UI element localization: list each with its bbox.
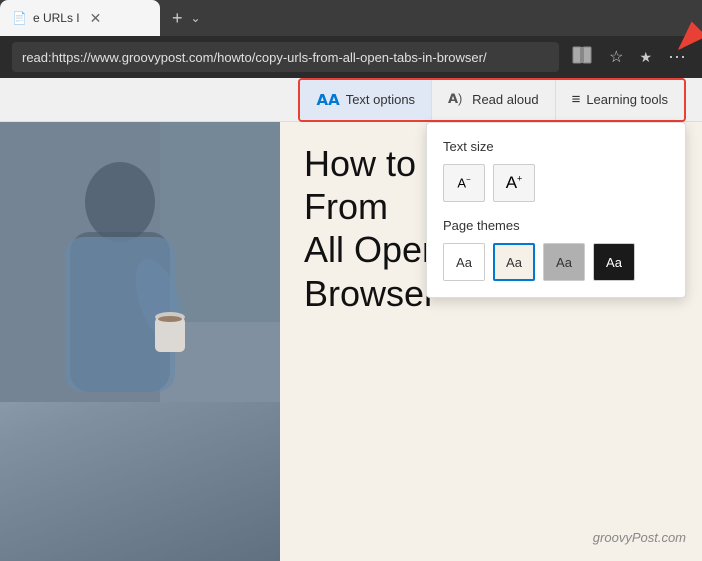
read-aloud-button[interactable]: 𝗔) Read aloud bbox=[432, 80, 556, 120]
favorites-bar-icon[interactable]: ★ bbox=[635, 45, 656, 70]
text-options-icon: 𝗔𝗔 bbox=[316, 91, 339, 109]
read-aloud-icon: 𝗔) bbox=[448, 89, 466, 110]
text-decrease-icon: A− bbox=[457, 175, 470, 190]
theme-dark-button[interactable]: Aa bbox=[593, 243, 635, 281]
bookmark-icon[interactable]: ☆ bbox=[605, 43, 627, 71]
article-image bbox=[0, 122, 280, 561]
text-increase-icon: A+ bbox=[506, 173, 523, 193]
reader-toolbar: 𝗔𝗔 Text options 𝗔) Read aloud ≡ Learning… bbox=[0, 78, 702, 122]
tab-bar: 📄 e URLs I ✕ + ⌄ bbox=[0, 0, 702, 36]
read-aloud-label: Read aloud bbox=[472, 92, 539, 107]
text-options-button[interactable]: 𝗔𝗔 Text options bbox=[300, 80, 432, 120]
theme-gray-button[interactable]: Aa bbox=[543, 243, 585, 281]
learning-tools-icon: ≡ bbox=[572, 91, 581, 108]
text-size-controls: A− A+ bbox=[443, 164, 669, 202]
learning-tools-label: Learning tools bbox=[586, 92, 668, 107]
text-size-increase-button[interactable]: A+ bbox=[493, 164, 535, 202]
theme-light-button[interactable]: Aa bbox=[493, 243, 535, 281]
tab-title: e URLs I bbox=[33, 11, 80, 25]
new-tab-button[interactable]: + bbox=[168, 4, 187, 33]
learning-tools-button[interactable]: ≡ Learning tools bbox=[556, 80, 684, 120]
page-themes-heading: Page themes bbox=[443, 218, 669, 233]
svg-text:𝗔): 𝗔) bbox=[448, 91, 462, 106]
tab-dropdown-button[interactable]: ⌄ bbox=[191, 11, 201, 25]
immersive-reader-icon[interactable] bbox=[567, 40, 597, 75]
active-tab[interactable]: 📄 e URLs I ✕ bbox=[0, 0, 160, 36]
address-bar: ☆ ★ ⋯ bbox=[0, 36, 702, 78]
text-options-label: Text options bbox=[346, 92, 415, 107]
address-input[interactable] bbox=[12, 42, 559, 72]
theme-white-button[interactable]: Aa bbox=[443, 243, 485, 281]
person-silhouette bbox=[0, 122, 280, 402]
site-watermark: groovyPost.com bbox=[593, 530, 686, 545]
text-options-panel: Text size A− A+ Page themes Aa Aa Aa Aa bbox=[426, 122, 686, 298]
settings-icon[interactable]: ⋯ bbox=[664, 43, 690, 72]
tab-favicon: 📄 bbox=[12, 11, 27, 25]
text-size-decrease-button[interactable]: A− bbox=[443, 164, 485, 202]
reader-toolbar-buttons: 𝗔𝗔 Text options 𝗔) Read aloud ≡ Learning… bbox=[298, 78, 686, 122]
page-themes-controls: Aa Aa Aa Aa bbox=[443, 243, 669, 281]
text-size-heading: Text size bbox=[443, 139, 669, 154]
tab-close-button[interactable]: ✕ bbox=[90, 10, 102, 27]
